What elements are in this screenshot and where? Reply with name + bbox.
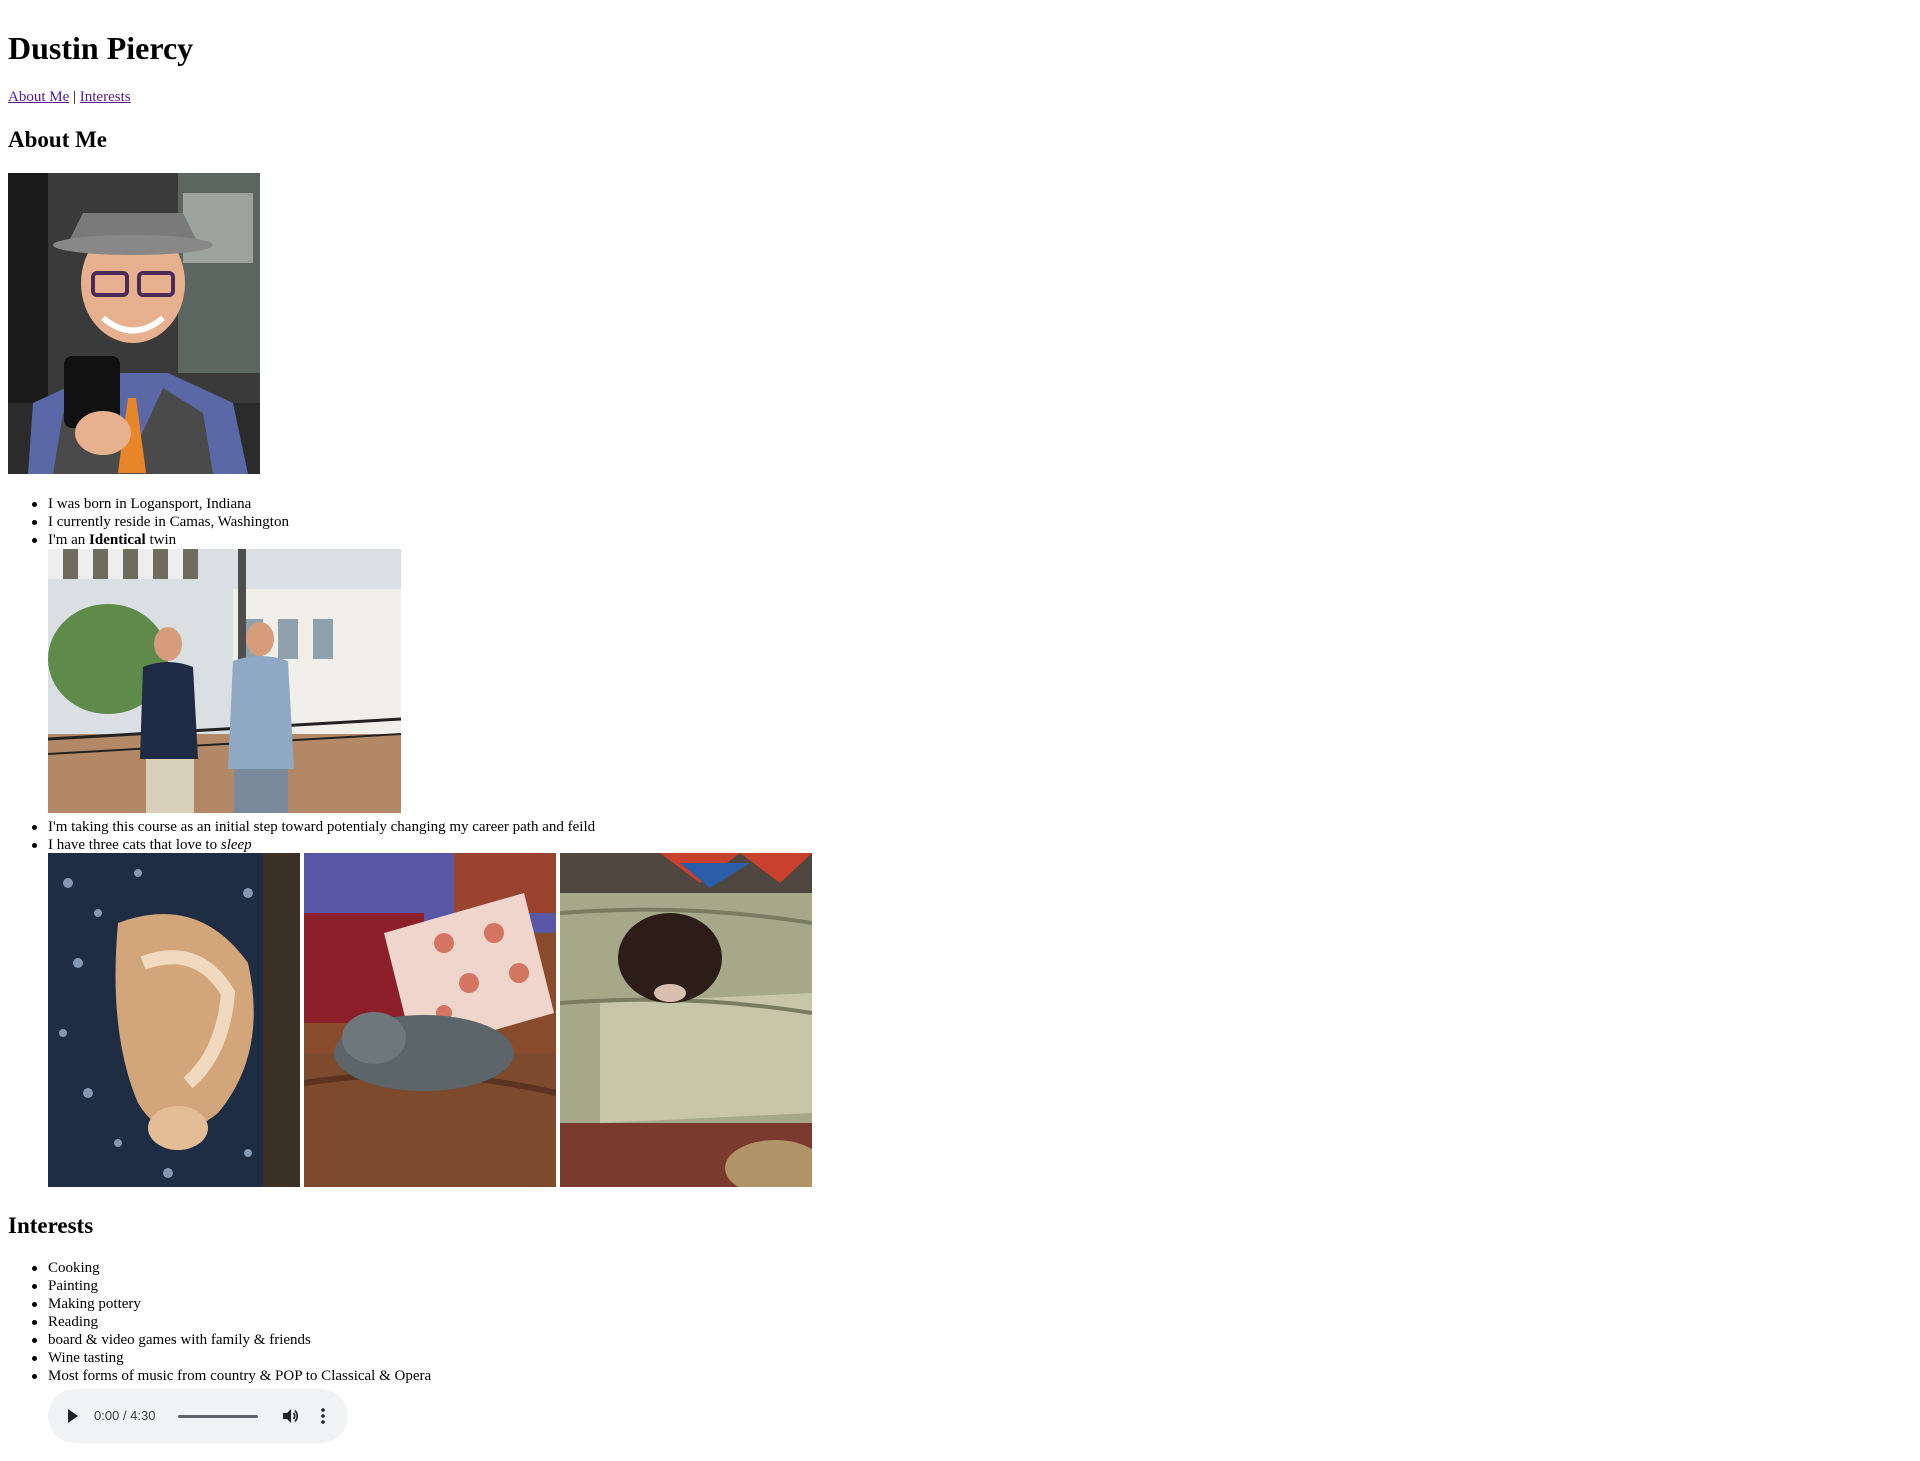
nav-separator: |: [73, 89, 77, 105]
fact-birthplace: I was born in Logansport, Indiana: [48, 496, 252, 512]
nav-bar: About Me | Interests: [8, 88, 131, 106]
interest-item: board & video games with family & friend…: [48, 1332, 311, 1348]
fact-career: I'm taking this course as an initial ste…: [48, 819, 596, 835]
interest-item: Painting: [48, 1278, 99, 1294]
nav-link-about-me[interactable]: About Me: [8, 89, 69, 105]
interest-item: Cooking: [48, 1260, 100, 1276]
page-title: Dustin Piercy: [8, 30, 194, 66]
audio-time: 0:00 / 4:30: [94, 1408, 156, 1423]
list-item: Wine tasting: [8, 1349, 431, 1367]
more-options-icon[interactable]: [316, 1406, 330, 1426]
list-item: Painting: [8, 1277, 431, 1295]
list-item: I'm taking this course as an initial ste…: [8, 818, 595, 836]
cat-photo-1: [48, 853, 300, 1187]
interest-item: Most forms of music from country & POP t…: [48, 1368, 432, 1384]
nav-link-interests[interactable]: Interests: [80, 89, 131, 105]
list-item: I currently reside in Camas, Washington: [8, 513, 289, 531]
fact-cats-italic: sleep: [220, 837, 252, 853]
interests-list: Cooking Painting Making pottery Reading …: [8, 1259, 431, 1385]
interests-heading: Interests: [8, 1213, 94, 1238]
list-item: Making pottery: [8, 1295, 431, 1313]
fact-cats-prefix: I have three cats that love to: [48, 837, 221, 853]
list-item: Most forms of music from country & POP t…: [8, 1367, 431, 1385]
about-me-heading: About Me: [8, 127, 108, 152]
volume-icon[interactable]: [280, 1406, 300, 1426]
list-item: board & video games with family & friend…: [8, 1331, 431, 1349]
interest-item: Reading: [48, 1314, 98, 1330]
interest-item: Wine tasting: [48, 1350, 124, 1366]
audio-seek-bar[interactable]: [178, 1415, 258, 1418]
interest-item: Making pottery: [48, 1296, 141, 1312]
fact-twin-bold: Identical: [89, 532, 146, 548]
list-item: I'm an Identical twin: [8, 531, 289, 549]
fact-twin-prefix: I'm an: [48, 532, 90, 548]
audio-player: 0:00 / 4:30: [48, 1389, 348, 1443]
about-facts-list: I was born in Logansport, Indiana I curr…: [8, 495, 289, 549]
cat-photo-2: [304, 853, 556, 1187]
list-item: Cooking: [8, 1259, 431, 1277]
list-item: I was born in Logansport, Indiana: [8, 495, 289, 513]
fact-residence: I currently reside in Camas, Washington: [48, 514, 289, 530]
about-more-list: I'm taking this course as an initial ste…: [8, 818, 595, 854]
fact-twin-suffix: twin: [145, 532, 177, 548]
cat-photo-3: [560, 853, 812, 1187]
profile-photo: [8, 173, 260, 474]
list-item: Reading: [8, 1313, 431, 1331]
play-icon[interactable]: [68, 1409, 78, 1423]
list-item: I have three cats that love to sleep: [8, 836, 595, 854]
twins-photo: [48, 549, 401, 813]
